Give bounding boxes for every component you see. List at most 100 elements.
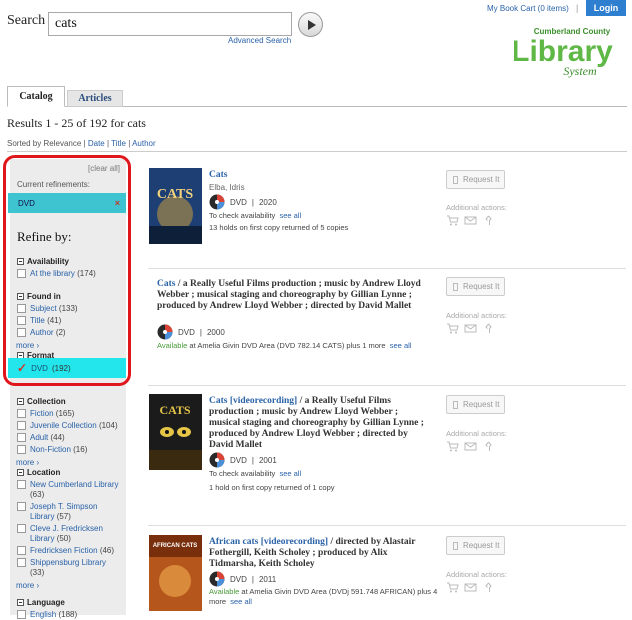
checkbox[interactable] [17,546,26,555]
library-logo[interactable]: Cumberland County Library System [511,20,614,80]
email-icon[interactable] [464,215,477,226]
pin-icon[interactable] [482,441,495,452]
result-title: Cats [videorecording] / a Really Useful … [209,396,424,450]
checkbox[interactable] [17,421,26,430]
checkbox[interactable] [17,502,26,511]
result-title: Cats / a Really Useful Films production … [157,279,421,311]
cart-icon[interactable] [446,441,459,452]
request-it-button[interactable]: Request It [446,170,505,189]
logo-text-bottom: System [563,64,597,78]
sort-title[interactable]: Title [111,139,126,148]
see-all-link[interactable]: see all [390,341,412,350]
divider [148,385,626,386]
facet-option[interactable]: Juvenile Collection (104) [17,421,118,431]
collapse-icon[interactable] [17,397,24,405]
email-icon[interactable] [464,441,477,452]
facet-title[interactable]: Language [17,596,77,608]
additional-actions [446,323,495,334]
result-item: CATS Cats [videorecording] / a Really Us… [148,394,628,504]
result-title-link[interactable]: Cats [209,170,227,180]
cart-icon[interactable] [446,215,459,226]
facet-option[interactable]: Non-Fiction (16) [17,445,118,455]
additional-actions-label: Additional actions: [446,429,507,438]
checkbox[interactable] [17,524,26,533]
result-title-link[interactable]: Cats [videorecording] [209,396,297,406]
email-icon[interactable] [464,323,477,334]
additional-actions [446,441,495,452]
facet-language: Language English (188) [17,596,77,620]
collapse-icon[interactable] [17,598,24,606]
dvd-icon [209,194,225,210]
facet-option[interactable]: Joseph T. Simpson Library (57) [17,502,121,522]
cart-icon[interactable] [446,582,459,593]
svg-text:CATS: CATS [157,187,194,202]
cart-icon[interactable] [446,323,459,334]
checkbox[interactable] [17,433,26,442]
result-title-link[interactable]: African cats [videorecording] [209,537,328,547]
sort-sep: | [128,139,131,148]
see-all-link[interactable]: see all [279,469,301,478]
result-item: AFRICAN CATS African cats [videorecordin… [148,535,628,615]
checkbox[interactable] [17,445,26,454]
result-author[interactable]: Elba, Idris [209,183,245,192]
format-row: DVD | 2001 [209,452,277,468]
sort-row: Sorted by Relevance | Date | Title | Aut… [7,139,156,148]
request-it-button[interactable]: Request It [446,395,505,414]
facet-more-link[interactable]: more › [16,581,121,590]
play-icon [307,19,316,30]
facet-title[interactable]: Collection [17,395,118,407]
additional-actions [446,582,495,593]
sort-date[interactable]: Date [88,139,105,148]
svg-text:CATS: CATS [159,403,190,417]
bookmark-icon [453,541,458,550]
facet-option[interactable]: Fredricksen Fiction (46) [17,546,121,556]
sort-relevance[interactable]: Relevance [43,139,81,148]
see-all-link[interactable]: see all [279,211,301,220]
cover-image[interactable]: CATS [149,168,202,244]
cover-image[interactable]: AFRICAN CATS [149,535,202,611]
facet-option[interactable]: Adult (44) [17,433,118,443]
facet-option[interactable]: New Cumberland Library (63) [17,480,121,500]
tab-articles[interactable]: Articles [67,90,123,107]
facet-option[interactable]: Fiction (165) [17,409,118,419]
checkbox[interactable] [17,480,26,489]
cover-image[interactable]: CATS [149,394,202,470]
see-all-link[interactable]: see all [230,597,252,606]
search-input[interactable] [48,12,292,36]
facet-option[interactable]: Shippensburg Library (33) [17,558,121,578]
login-button[interactable]: Login [586,0,626,16]
facet-option[interactable]: Cleve J. Fredricksen Library (50) [17,524,121,544]
holds-info: 13 holds on first copy returned of 5 cop… [209,223,349,232]
result-title: African cats [videorecording] / directed… [209,537,416,569]
cover-art: CATS [149,168,202,244]
pin-icon[interactable] [482,323,495,334]
book-cart-link[interactable]: My Book Cart (0 items) [487,4,569,13]
checkbox[interactable] [17,409,26,418]
request-it-button[interactable]: Request It [446,277,505,296]
pin-icon[interactable] [482,215,495,226]
library-logo-graphic: Cumberland County Library System [511,27,613,78]
checkbox[interactable] [17,558,26,567]
email-icon[interactable] [464,582,477,593]
format-row: DVD | 2020 [209,194,277,210]
availability: Available at Amelia Givin DVD Area (DVD … [157,341,412,350]
holds-info: 1 hold on first copy returned of 1 copy [209,483,335,492]
dvd-icon [209,452,225,468]
header-separator: | [576,3,579,13]
tab-catalog[interactable]: Catalog [7,86,65,107]
facet-collection: Collection Fiction (165) Juvenile Collec… [16,395,118,468]
sort-author[interactable]: Author [132,139,156,148]
additional-actions-label: Additional actions: [446,570,507,579]
result-title: Cats [209,170,429,181]
search-go-button[interactable] [298,12,323,37]
advanced-search-link[interactable]: Advanced Search [228,36,291,45]
additional-actions [446,215,495,226]
request-it-button[interactable]: Request It [446,536,505,555]
sort-label: Sorted by [7,139,42,148]
pin-icon[interactable] [482,582,495,593]
result-title-link[interactable]: Cats [157,279,175,289]
facet-title[interactable]: Location [17,466,121,478]
facet-option[interactable]: English (188) [17,610,77,620]
divider [148,268,626,269]
collapse-icon[interactable] [17,468,24,476]
